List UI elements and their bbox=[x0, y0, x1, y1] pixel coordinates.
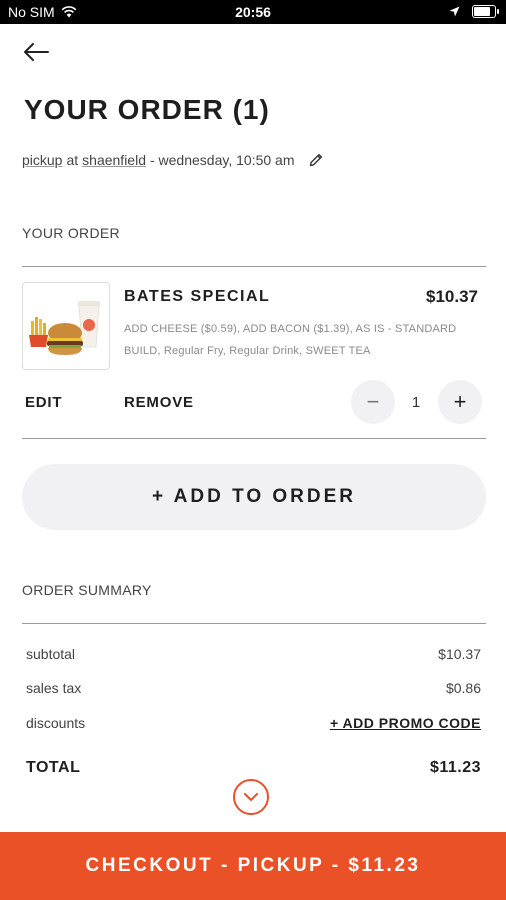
total-label: TOTAL bbox=[26, 759, 81, 776]
status-right bbox=[449, 5, 499, 18]
summary-divider bbox=[22, 623, 486, 624]
item-price: $10.37 bbox=[426, 287, 478, 306]
edit-item-button[interactable]: EDIT bbox=[25, 394, 62, 411]
increment-quantity-button[interactable]: + bbox=[438, 380, 482, 424]
back-button[interactable] bbox=[22, 40, 52, 64]
sales-tax-value: $0.86 bbox=[445, 680, 481, 696]
your-order-heading: YOUR ORDER bbox=[22, 225, 120, 241]
page-title: YOUR ORDER (1) bbox=[24, 94, 270, 125]
status-time: 20:56 bbox=[235, 4, 271, 20]
order-divider-bottom bbox=[22, 438, 486, 439]
item-name: BATES SPECIAL bbox=[124, 288, 271, 305]
order-summary-heading: ORDER SUMMARY bbox=[22, 582, 152, 598]
sales-tax-label: sales tax bbox=[26, 680, 82, 696]
subtotal-row: subtotal $10.37 bbox=[26, 646, 481, 662]
decrement-quantity-button[interactable]: − bbox=[351, 380, 395, 424]
back-arrow-icon bbox=[24, 43, 49, 61]
order-type-link[interactable]: pickup bbox=[22, 152, 62, 168]
subtotal-value: $10.37 bbox=[438, 646, 481, 662]
discounts-row: discounts + ADD PROMO CODE bbox=[26, 715, 481, 731]
pencil-icon[interactable] bbox=[308, 152, 324, 168]
item-description-line-2: BUILD, Regular Fry, Regular Drink, SWEET… bbox=[124, 345, 371, 357]
quantity-value: 1 bbox=[411, 394, 421, 411]
at-text: at bbox=[66, 152, 79, 168]
add-to-order-button[interactable]: + ADD TO ORDER bbox=[22, 464, 486, 530]
plus-icon: + bbox=[453, 389, 467, 414]
item-description: ADD CHEESE ($0.59), ADD BACON ($1.39), A… bbox=[124, 318, 484, 362]
remove-item-button[interactable]: REMOVE bbox=[124, 394, 194, 411]
total-value: $11.23 bbox=[429, 759, 481, 776]
item-description-line-1: ADD CHEESE ($0.59), ADD BACON ($1.39), A… bbox=[124, 323, 457, 335]
status-bar: No SIM 20:56 bbox=[0, 0, 506, 24]
sales-tax-row: sales tax $0.86 bbox=[26, 680, 481, 696]
checkout-button[interactable]: CHECKOUT - PICKUP - $11.23 bbox=[0, 832, 506, 900]
pickup-datetime: - wednesday, 10:50 am bbox=[149, 152, 295, 168]
total-row: TOTAL $11.23 bbox=[26, 759, 481, 777]
item-image bbox=[22, 282, 110, 370]
discounts-label: discounts bbox=[26, 715, 86, 731]
chevron-down-icon bbox=[244, 793, 258, 801]
burger-combo-image bbox=[29, 301, 100, 355]
pickup-details: pickup at shaenfield - wednesday, 10:50 … bbox=[22, 152, 324, 168]
scroll-down-button[interactable] bbox=[233, 779, 269, 815]
minus-icon: − bbox=[366, 389, 380, 414]
add-promo-code-link[interactable]: + ADD PROMO CODE bbox=[330, 715, 481, 731]
location-arrow-icon bbox=[449, 6, 460, 17]
order-divider-top bbox=[22, 266, 486, 267]
location-link[interactable]: shaenfield bbox=[82, 152, 146, 168]
battery-icon bbox=[472, 5, 499, 18]
subtotal-label: subtotal bbox=[26, 646, 76, 662]
order-screen: No SIM 20:56 YOUR ORDER (1) pickup at sh… bbox=[0, 0, 506, 900]
